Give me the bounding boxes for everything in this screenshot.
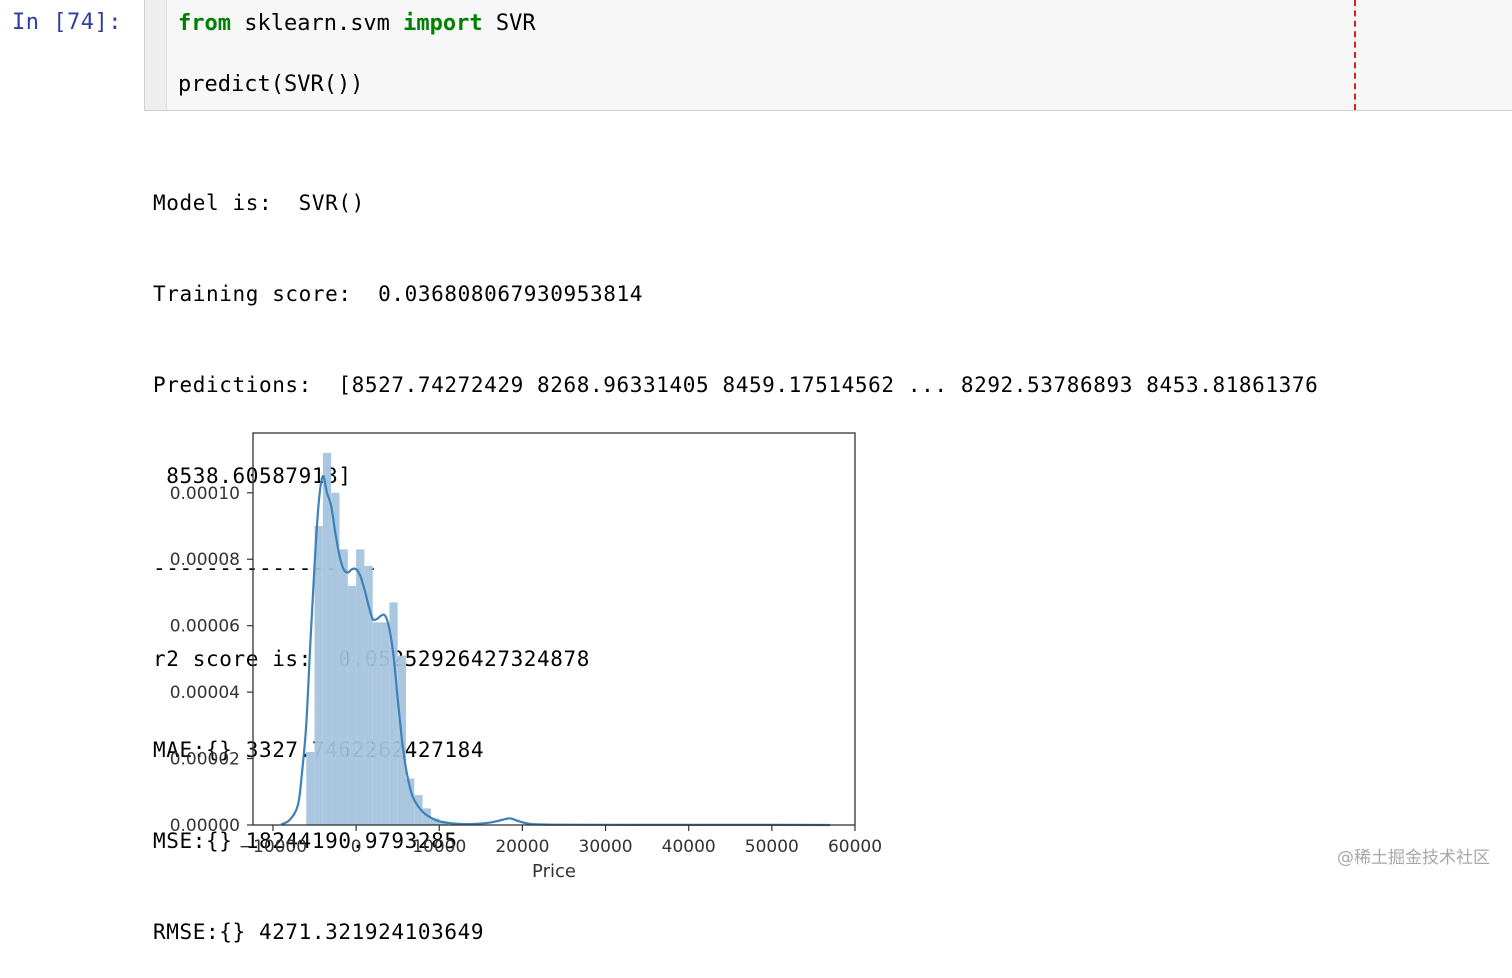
output-line-rmse: RMSE:{} 4271.321924103649: [153, 920, 485, 945]
x-tick-label: −10000: [239, 837, 307, 857]
distribution-plot-svg: −10000 0 10000 20000 30000 40000 50000 60000 0.…: [170, 432, 882, 882]
input-prompt: In [74]:: [12, 10, 122, 35]
output-line-predictions: Predictions: [8527.74272429 8268.9633140…: [153, 373, 1319, 398]
code-import-name: SVR: [482, 11, 536, 36]
histogram-bar: [381, 622, 390, 825]
y-tick-label: 0.00002: [170, 750, 240, 770]
y-tick-label: 0.00008: [170, 550, 240, 570]
keyword-from: from: [178, 11, 231, 36]
x-tick-label: 0: [351, 837, 362, 857]
keyword-import: import: [403, 11, 483, 36]
histogram-bar: [322, 452, 332, 825]
histogram-bar: [356, 549, 365, 825]
code-line-2: predict(SVR()): [178, 72, 364, 97]
code-line-1: from sklearn.svm import SVR: [178, 11, 536, 36]
x-axis-ticks: −10000 0 10000 20000 30000 40000 50000 60000: [239, 825, 882, 857]
histogram-bars: [306, 452, 448, 825]
histogram-bar: [331, 492, 340, 825]
watermark: @稀土掘金技术社区: [1337, 848, 1490, 868]
distribution-plot: −10000 0 10000 20000 30000 40000 50000 60000 0.…: [150, 420, 910, 890]
output-line-training-score: Training score: 0.036808067930953814: [153, 282, 643, 307]
histogram-bar: [314, 526, 323, 825]
line-length-ruler: [1354, 0, 1356, 110]
code-module: sklearn.svm: [230, 11, 404, 36]
x-tick-label: 20000: [495, 837, 549, 857]
code-input-area[interactable]: from sklearn.svm import SVR predict(SVR(…: [144, 0, 1512, 111]
x-tick-label: 60000: [828, 837, 882, 857]
output-line-model: Model is: SVR(): [153, 190, 365, 215]
x-tick-label: 30000: [579, 837, 633, 857]
histogram-bar: [347, 585, 357, 825]
x-tick-label: 10000: [412, 837, 466, 857]
y-tick-label: 0.00010: [170, 484, 240, 504]
code-gutter: [145, 0, 167, 110]
y-tick-label: 0.00000: [170, 816, 240, 836]
y-tick-label: 0.00004: [170, 683, 240, 703]
x-tick-label: 50000: [745, 837, 799, 857]
x-tick-label: 40000: [662, 837, 716, 857]
histogram-bar: [339, 549, 348, 825]
y-tick-label: 0.00006: [170, 617, 240, 637]
histogram-bar: [306, 751, 315, 825]
y-axis-ticks: 0.00000 0.00002 0.00004 0.00006 0.00008 0.000…: [170, 484, 253, 836]
histogram-bar: [372, 622, 382, 825]
x-axis-label: Price: [532, 861, 576, 882]
